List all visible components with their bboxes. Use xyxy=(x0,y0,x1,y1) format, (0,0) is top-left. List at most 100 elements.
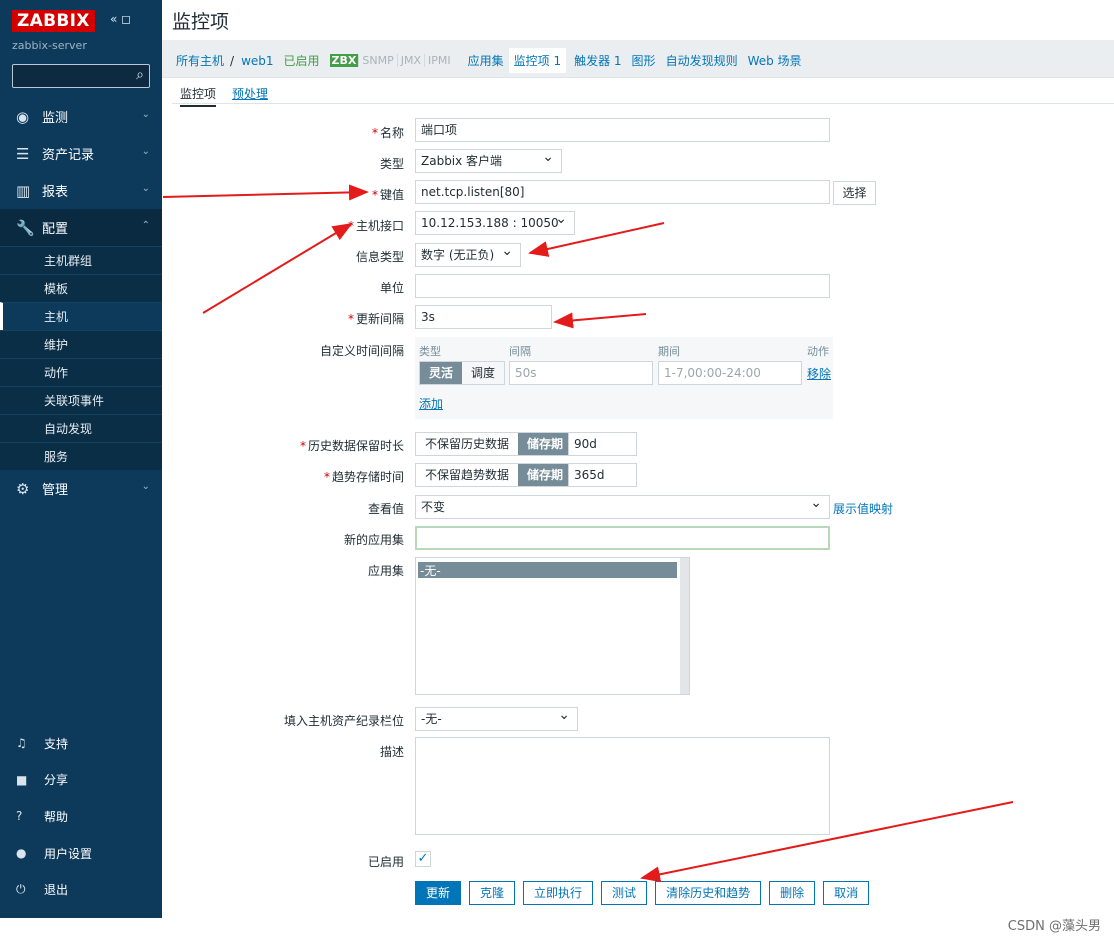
column-header: 类型 xyxy=(419,345,441,358)
menu-reports[interactable]: ▥ 报表 ⌄ xyxy=(0,172,162,209)
page-title: 监控项 xyxy=(172,11,230,33)
chevron-down-icon: ⌄ xyxy=(141,109,150,120)
zbx-badge: ZBX xyxy=(329,54,359,67)
new-application-label: 新的应用集 xyxy=(343,533,404,547)
inventory-label: 填入主机资产纪录栏位 xyxy=(283,714,404,728)
no-trends-option[interactable]: 不保留趋势数据 xyxy=(416,464,518,486)
storage-option[interactable]: 储存期 xyxy=(518,464,573,486)
update-button[interactable]: 更新 xyxy=(415,881,462,905)
menu-user-settings[interactable]: ● 用户设置 xyxy=(0,835,162,872)
ipmi-badge: IPMI xyxy=(424,54,454,67)
custom-interval-field[interactable]: 50s xyxy=(509,361,653,385)
trends-toggle[interactable]: 不保留趋势数据 储存期 xyxy=(415,463,574,487)
submenu-maintenance[interactable]: 维护 xyxy=(0,330,162,358)
link-triggers[interactable]: 触发器 1 xyxy=(574,52,621,69)
link-web[interactable]: Web 场景 xyxy=(748,52,802,69)
submenu-discovery[interactable]: 自动发现 xyxy=(0,414,162,442)
remove-link[interactable]: 移除 xyxy=(807,365,831,382)
flexible-option[interactable]: 灵活 xyxy=(420,362,463,384)
help-icon: ? xyxy=(16,809,23,824)
info-type-label: 信息类型 xyxy=(355,250,404,264)
menu-label: 报表 xyxy=(42,185,69,200)
value-mapping-link[interactable]: 展示值映射 xyxy=(833,500,893,517)
submenu-actions[interactable]: 动作 xyxy=(0,358,162,386)
chevron-down-icon: ⌄ xyxy=(141,146,150,157)
enabled-checkbox[interactable]: ✓ xyxy=(415,851,431,867)
test-button[interactable]: 测试 xyxy=(601,881,648,905)
add-link[interactable]: 添加 xyxy=(419,395,443,412)
clear-history-button[interactable]: 清除历史和趋势 xyxy=(655,881,762,905)
menu-administration[interactable]: ⚙ 管理 ⌄ xyxy=(0,470,162,507)
menu-monitoring[interactable]: ◉ 监测 ⌄ xyxy=(0,98,162,135)
search-input[interactable]: ⌕ xyxy=(12,64,150,88)
menu-logout[interactable]: ⏻ 退出 xyxy=(0,871,162,908)
name-field[interactable]: 端口项 xyxy=(415,118,830,142)
description-field[interactable] xyxy=(415,737,830,835)
new-application-field[interactable] xyxy=(415,526,830,550)
separator: / xyxy=(230,53,235,68)
scheduling-option[interactable]: 调度 xyxy=(462,362,504,384)
menu-label: 资产记录 xyxy=(42,148,95,163)
history-toggle[interactable]: 不保留历史数据 储存期 xyxy=(415,432,574,456)
applications-list[interactable]: -无- xyxy=(415,557,690,695)
link-items[interactable]: 监控项 1 xyxy=(508,48,567,73)
chevron-down-icon: ⌄ xyxy=(141,481,150,492)
menu-inventory[interactable]: ☰ 资产记录 ⌄ xyxy=(0,135,162,172)
menu-configuration[interactable]: 🔧 配置 ⌃ xyxy=(0,209,162,246)
interval-label: * 更新间隔 xyxy=(347,312,404,326)
description-label: 描述 xyxy=(379,745,404,759)
list-item[interactable]: -无- xyxy=(418,562,677,578)
submenu-host-groups[interactable]: 主机群组 xyxy=(0,246,162,274)
zabbix-logo[interactable]: ZABBIX xyxy=(12,10,95,32)
link-host[interactable]: web1 xyxy=(241,54,273,68)
units-field[interactable] xyxy=(415,274,830,298)
form-actions: 更新 克隆 立即执行 测试 清除历史和趋势 删除 取消 xyxy=(415,881,877,905)
tab-preprocessing[interactable]: 预处理 xyxy=(232,85,268,102)
history-field[interactable]: 90d xyxy=(568,432,637,456)
info-type-select[interactable]: 数字 (无正负) xyxy=(415,240,521,267)
storage-option[interactable]: 储存期 xyxy=(518,433,573,455)
submenu-services[interactable]: 服务 xyxy=(0,442,162,470)
interface-label: * 主机接口 xyxy=(347,219,404,233)
clone-button[interactable]: 克隆 xyxy=(469,881,516,905)
interface-select[interactable]: 10.12.153.188 : 10050 xyxy=(415,208,575,235)
delete-button[interactable]: 删除 xyxy=(769,881,816,905)
search-icon[interactable]: ⌕ xyxy=(136,67,144,83)
menu-help[interactable]: ? 帮助 xyxy=(0,798,162,835)
link-all-hosts[interactable]: 所有主机 xyxy=(176,52,224,69)
kiosk-icon: ◻ xyxy=(121,12,132,26)
column-header: 期间 xyxy=(658,345,680,358)
custom-period-field[interactable]: 1-7,00:00-24:00 xyxy=(658,361,802,385)
menu-share[interactable]: ■ 分享 xyxy=(0,762,162,799)
chevron-up-icon: ⌃ xyxy=(141,220,150,231)
link-discovery[interactable]: 自动发现规则 xyxy=(666,52,738,69)
scrollbar[interactable] xyxy=(680,558,689,694)
gear-icon: ⚙ xyxy=(16,479,30,498)
sidebar-tools[interactable]: « ◻ xyxy=(110,12,131,26)
trends-label: * 趋势存储时间 xyxy=(323,470,404,484)
submenu-correlation[interactable]: 关联项事件 xyxy=(0,386,162,414)
type-select[interactable]: Zabbix 客户端 xyxy=(415,146,562,173)
submenu-templates[interactable]: 模板 xyxy=(0,274,162,302)
enabled-label: 已启用 xyxy=(367,855,404,869)
cancel-button[interactable]: 取消 xyxy=(823,881,870,905)
history-label: * 历史数据保留时长 xyxy=(299,439,404,453)
select-key-button[interactable]: 选择 xyxy=(833,181,876,205)
power-icon: ⏻ xyxy=(16,882,26,897)
link-applications[interactable]: 应用集 xyxy=(468,52,504,69)
link-graphs[interactable]: 图形 xyxy=(632,52,656,69)
share-icon: ■ xyxy=(16,772,28,787)
show-value-label: 查看值 xyxy=(367,502,404,516)
execute-now-button[interactable]: 立即执行 xyxy=(523,881,594,905)
key-field[interactable]: net.tcp.listen[80] xyxy=(415,180,830,204)
interval-type-toggle[interactable]: 灵活 调度 xyxy=(419,361,506,385)
no-history-option[interactable]: 不保留历史数据 xyxy=(416,433,518,455)
show-value-select[interactable]: 不变 xyxy=(415,492,830,519)
menu-support[interactable]: ♫ 支持 xyxy=(0,725,162,762)
item-form: *名称 端口项 类型 Zabbix 客户端 *键值 net.tcp.listen… xyxy=(172,104,1114,914)
submenu-hosts[interactable]: 主机 xyxy=(0,302,162,330)
inventory-select[interactable]: -无- xyxy=(415,704,578,731)
menu-label: 配置 xyxy=(42,222,69,237)
trends-field[interactable]: 365d xyxy=(568,463,637,487)
interval-field[interactable]: 3s xyxy=(415,305,552,329)
